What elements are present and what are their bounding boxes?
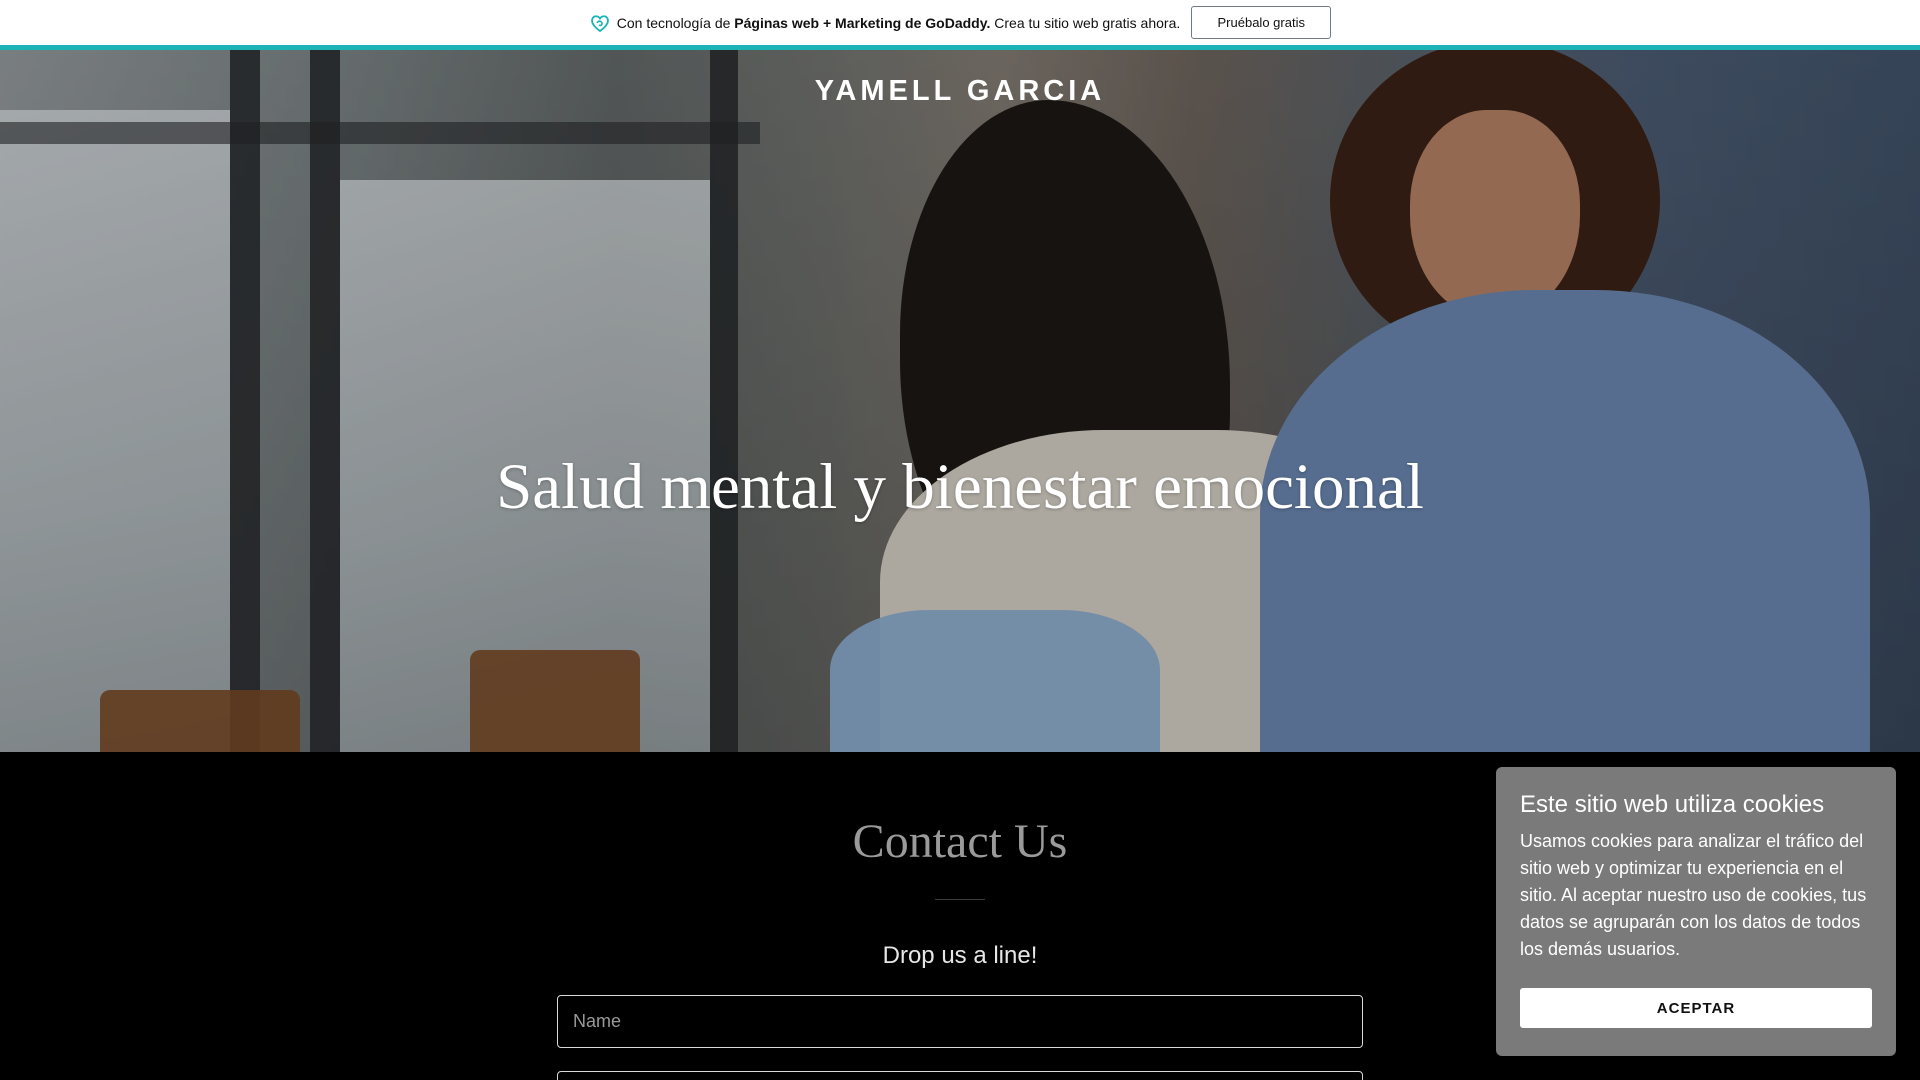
accept-cookies-button[interactable]: ACEPTAR [1520,988,1872,1028]
hero-headline: Salud mental y bienestar emocional [496,451,1424,523]
name-input[interactable] [557,995,1363,1048]
cookie-banner: Este sitio web utiliza cookies Usamos co… [1496,767,1896,1056]
godaddy-promo-bar: Con tecnología de Páginas web + Marketin… [0,0,1920,45]
hero-section: YAMELL GARCIA Salud mental y bienestar e… [0,50,1920,752]
promo-brand[interactable]: Páginas web + Marketing de GoDaddy. [734,15,990,31]
promo-text: Con tecnología de Páginas web + Marketin… [617,15,1181,31]
promo-prefix: Con tecnología de [616,14,731,31]
godaddy-heart-icon [589,12,611,34]
site-title[interactable]: YAMELL GARCIA [0,75,1920,108]
try-free-button[interactable]: Pruébalo gratis [1191,6,1332,39]
cookie-text: Usamos cookies para analizar el tráfico … [1520,831,1867,959]
promo-suffix: Crea tu sitio web gratis ahora. [994,14,1181,31]
next-form-field[interactable] [557,1071,1363,1080]
cookie-title: Este sitio web utiliza cookies [1520,791,1825,818]
section-divider [935,899,985,900]
page: Con tecnología de Páginas web + Marketin… [0,0,1920,1080]
